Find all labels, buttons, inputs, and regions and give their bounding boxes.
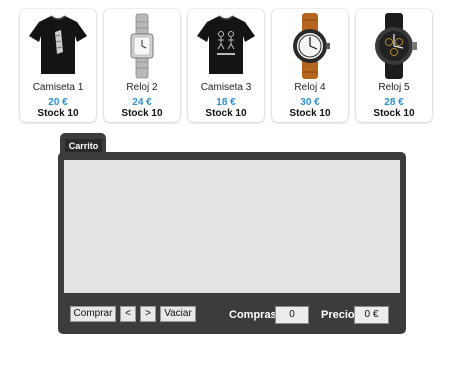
product-stock: Stock 10 [373, 108, 415, 119]
product-name: Reloj 4 [294, 82, 326, 93]
product-name: Camiseta 3 [200, 82, 252, 93]
product-stock: Stock 10 [121, 108, 163, 119]
product-name: Camiseta 1 [32, 82, 84, 93]
tshirt-icon [188, 12, 264, 80]
next-button[interactable]: > [140, 306, 156, 322]
product-stock: Stock 10 [289, 108, 331, 119]
product-price: 24 € [132, 97, 152, 108]
buy-button[interactable]: Comprar [70, 306, 116, 322]
product-card-camiseta-1[interactable]: Camiseta 1 20 € Stock 10 [20, 9, 96, 122]
tshirt-icon [20, 12, 96, 80]
product-list: Camiseta 1 20 € Stock 10 Reloj 2 24 € St… [20, 9, 434, 122]
watch-icon [104, 12, 180, 80]
product-price: 18 € [216, 97, 236, 108]
product-price: 20 € [48, 97, 68, 108]
prev-button[interactable]: < [120, 306, 136, 322]
cart-tab-label: Carrito [65, 139, 102, 153]
empty-cart-button[interactable]: Vaciar [160, 306, 196, 322]
watch-icon [356, 12, 432, 80]
product-price: 30 € [300, 97, 320, 108]
product-stock: Stock 10 [37, 108, 79, 119]
cart-toolbar: Comprar < > Vaciar Compras 0 Precio 0 € [64, 300, 400, 328]
product-card-reloj-5[interactable]: Reloj 5 28 € Stock 10 [356, 9, 432, 122]
purchases-label: Compras [229, 309, 277, 321]
product-card-camiseta-3[interactable]: Camiseta 3 18 € Stock 10 [188, 9, 264, 122]
watch-icon [272, 12, 348, 80]
cart-drop-area[interactable] [64, 160, 400, 293]
price-total: 0 € [354, 306, 389, 324]
product-price: 28 € [384, 97, 404, 108]
purchases-count: 0 [275, 306, 309, 324]
cart-widget: Carrito Comprar < > Vaciar Compras 0 Pre… [58, 133, 406, 334]
product-name: Reloj 2 [126, 82, 158, 93]
product-stock: Stock 10 [205, 108, 247, 119]
product-name: Reloj 5 [378, 82, 410, 93]
product-card-reloj-4[interactable]: Reloj 4 30 € Stock 10 [272, 9, 348, 122]
cart-panel: Comprar < > Vaciar Compras 0 Precio 0 € [58, 152, 406, 334]
price-label: Precio [321, 309, 355, 321]
product-card-reloj-2[interactable]: Reloj 2 24 € Stock 10 [104, 9, 180, 122]
